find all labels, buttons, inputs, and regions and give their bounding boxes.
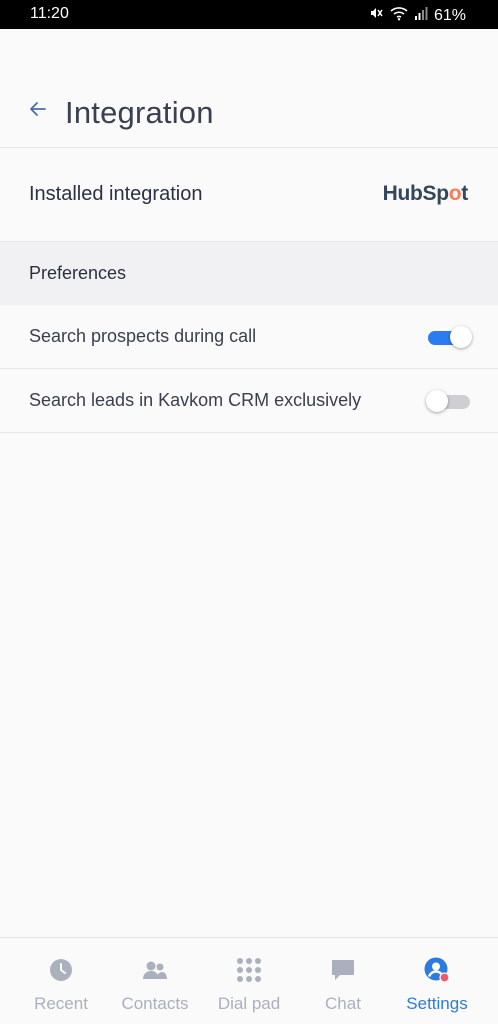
preferences-section-header: Preferences	[0, 241, 498, 306]
preferences-label: Preferences	[29, 263, 127, 283]
contacts-icon	[142, 957, 168, 983]
nav-label-contacts: Contacts	[121, 994, 189, 1013]
mute-icon	[368, 5, 384, 26]
logo-text-a: HubSp	[382, 182, 449, 205]
clock-icon	[48, 957, 74, 983]
nav-chat[interactable]: Chat	[296, 938, 390, 1024]
page-title: Integration	[65, 95, 214, 130]
logo-text-b: t	[461, 182, 468, 205]
signal-icon	[414, 5, 428, 26]
toggle-search-prospects[interactable]	[426, 326, 472, 348]
nav-contacts[interactable]: Contacts	[108, 938, 202, 1024]
status-bar: 11:20 61%	[0, 0, 498, 29]
wifi-icon	[390, 5, 408, 26]
pref-label: Search leads in Kavkom CRM exclusively	[29, 390, 362, 410]
status-time: 11:20	[30, 5, 69, 22]
dialpad-icon	[236, 957, 262, 983]
toggle-knob	[450, 326, 472, 348]
hubspot-sprocket-icon: o	[448, 182, 462, 205]
nav-label-dial-pad: Dial pad	[217, 994, 281, 1013]
toggle-search-leads[interactable]	[426, 390, 472, 412]
screen: 11:20 61% Integration Installed integrat…	[0, 0, 498, 1024]
nav-label-chat: Chat	[325, 994, 361, 1013]
nav-recent[interactable]: Recent	[14, 938, 108, 1024]
hubspot-logo: HubSpot	[382, 182, 469, 206]
toggle-knob	[426, 390, 448, 412]
battery-level: 61%	[433, 6, 466, 24]
bottom-navigation: Recent Contacts Dial pad Chat Settings	[0, 937, 498, 1024]
pref-row-search-prospects: Search prospects during call	[0, 305, 498, 369]
nav-settings[interactable]: Settings	[390, 938, 484, 1024]
app-header: Integration	[0, 29, 498, 148]
pref-row-search-leads: Search leads in Kavkom CRM exclusively	[0, 369, 498, 433]
status-icons: 61%	[368, 5, 466, 26]
nav-dial-pad[interactable]: Dial pad	[202, 938, 296, 1024]
installed-integration-label: Installed integration	[29, 183, 203, 205]
pref-label: Search prospects during call	[29, 326, 257, 346]
nav-label-settings: Settings	[406, 994, 468, 1013]
settings-user-icon	[424, 957, 450, 983]
chat-icon	[330, 957, 356, 983]
back-arrow-icon[interactable]	[26, 97, 50, 121]
installed-integration-row: Installed integration HubSpot	[0, 148, 498, 241]
nav-label-recent: Recent	[34, 994, 88, 1013]
